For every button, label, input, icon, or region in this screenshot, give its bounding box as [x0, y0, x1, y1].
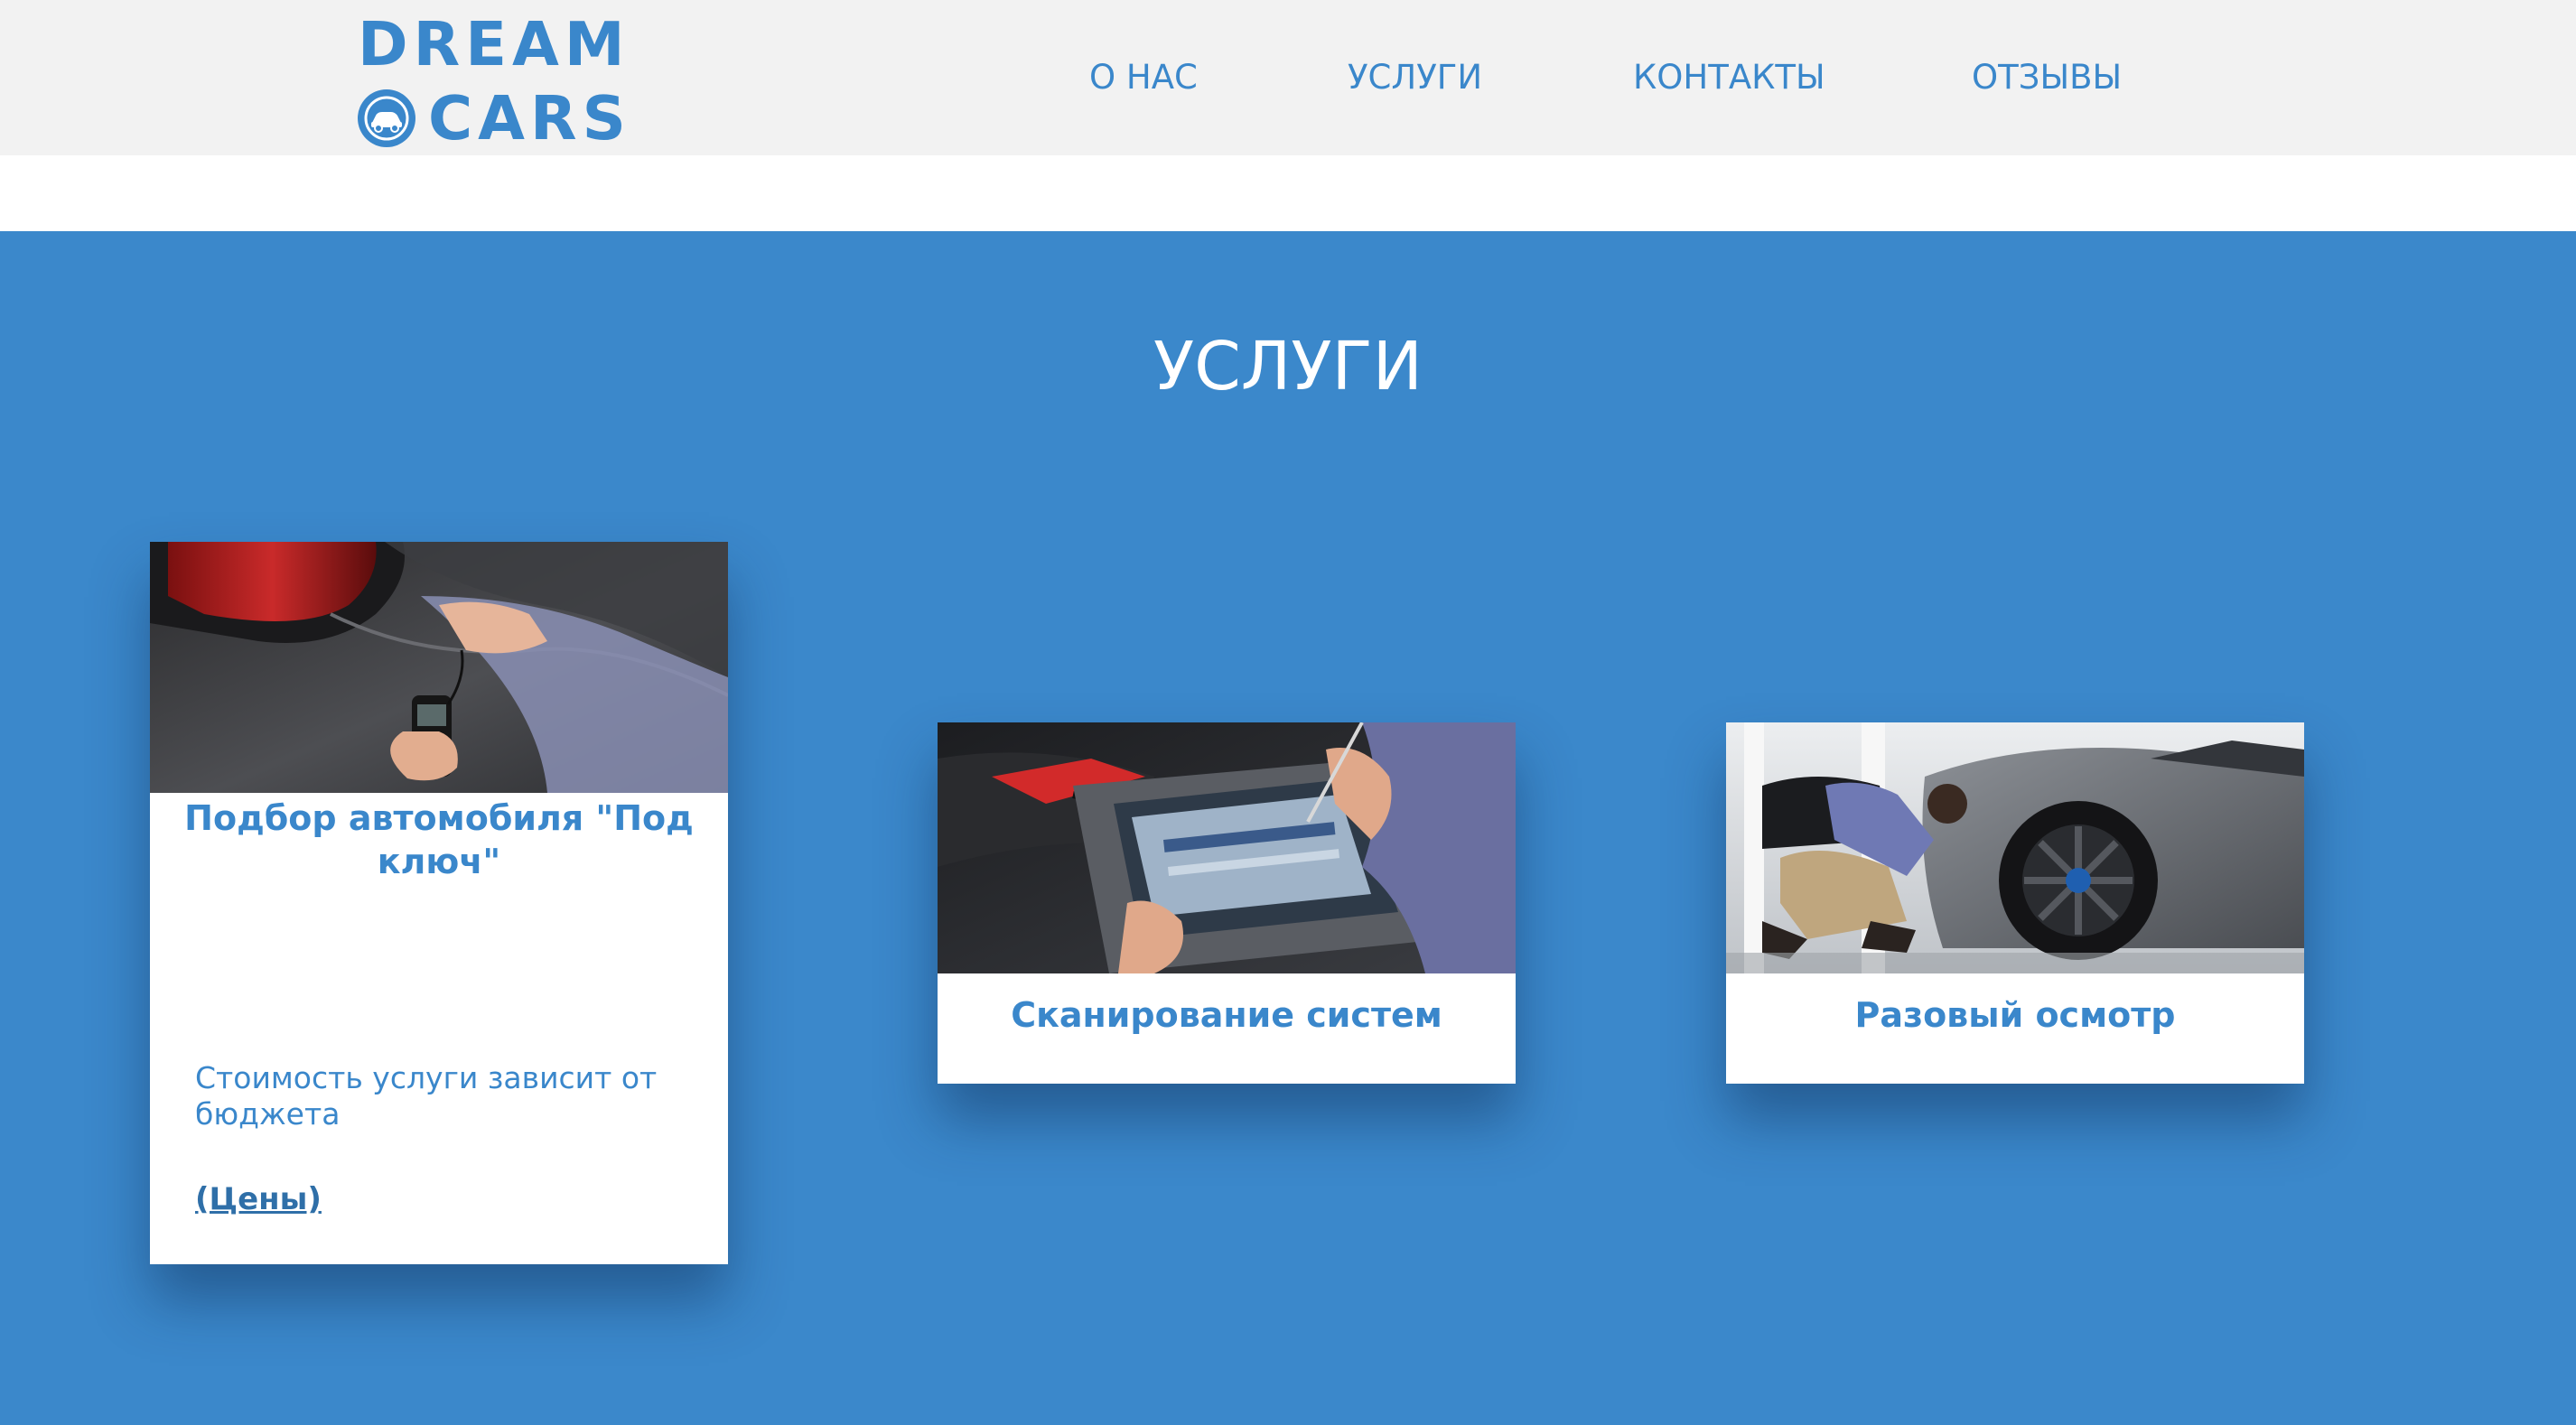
nav-services[interactable]: УСЛУГИ [1348, 52, 1482, 103]
section-title: УСЛУГИ [1153, 328, 1423, 405]
paint-thickness-gauge-photo [150, 542, 728, 793]
nav-contacts[interactable]: КОНТАКТЫ [1633, 52, 1825, 103]
service-card-single-inspection[interactable]: Разовый осмотр [1726, 722, 2304, 1084]
diagnostic-scanner-photo [938, 722, 1516, 973]
nav-reviews[interactable]: ОТЗЫВЫ [1972, 52, 2122, 103]
main-nav: О НАС УСЛУГИ КОНТАКТЫ ОТЗЫВЫ [0, 52, 2576, 103]
service-card-system-scan[interactable]: Сканирование систем [938, 722, 1516, 1084]
service-card-turnkey[interactable]: Подбор автомобиля "Под ключ" Стоимость у… [150, 542, 728, 1264]
card-description: Стоимость услуги зависит от бюджета [195, 1060, 658, 1132]
car-inspection-photo [1726, 722, 2304, 973]
site-header: DREAM CARS О НАС УСЛУГИ КОНТАКТЫ ОТЗЫВЫ [0, 0, 2576, 155]
card-title: Разовый осмотр [1854, 995, 2176, 1035]
card-title: Подбор автомобиля "Под ключ" [184, 798, 694, 881]
services-section: УСЛУГИ Подбор автомобиля "Под ключ" Стои… [0, 231, 2576, 1425]
nav-about[interactable]: О НАС [1089, 52, 1198, 103]
prices-link[interactable]: (Цены) [195, 1179, 322, 1219]
card-title: Сканирование систем [1011, 995, 1442, 1035]
